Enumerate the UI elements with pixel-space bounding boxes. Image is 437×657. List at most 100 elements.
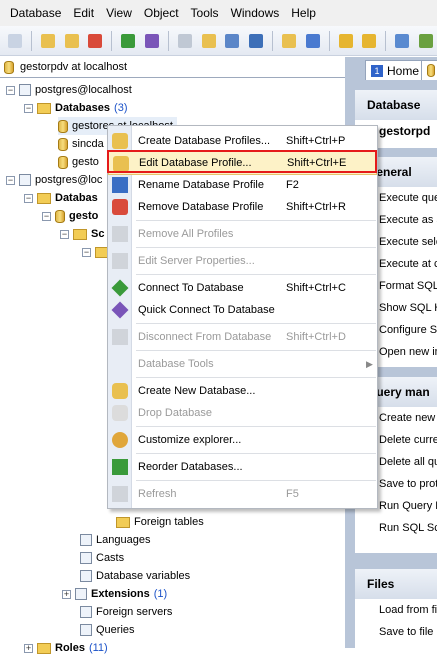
menu-windows[interactable]: Windows xyxy=(225,6,286,20)
tree-node-count: (1) xyxy=(153,588,168,600)
db-edit-icon[interactable] xyxy=(61,30,83,52)
menu-item-disconnect[interactable]: Disconnect From Database Shift+Ctrl+D xyxy=(108,325,377,349)
tree-node-label: postgres@localhost xyxy=(35,84,132,96)
database-icon xyxy=(58,119,68,133)
collapse-icon[interactable]: − xyxy=(6,175,15,185)
menu-item-rename-profile[interactable]: Rename Database Profile F2 xyxy=(108,173,377,197)
tree-node-gestorpdv[interactable]: − gesto xyxy=(42,207,98,225)
chart-icon[interactable] xyxy=(302,30,324,52)
tab-next[interactable] xyxy=(421,60,437,80)
expand-icon[interactable]: + xyxy=(24,643,33,653)
menu-item-connect[interactable]: Connect To Database Shift+Ctrl+C xyxy=(108,276,377,300)
collapse-icon[interactable]: − xyxy=(60,229,69,239)
collapse-icon[interactable]: − xyxy=(42,211,51,221)
menu-item-label: Remove Database Profile xyxy=(138,201,264,213)
toolbar-separator xyxy=(328,30,330,51)
disconnect-icon xyxy=(112,329,128,345)
collapse-icon[interactable]: − xyxy=(24,193,33,203)
database-icon xyxy=(4,60,14,74)
tree-node-server[interactable]: − postgres@localhost xyxy=(6,81,132,99)
database-icon xyxy=(58,155,68,169)
tree-node-schemas[interactable]: − Sc xyxy=(60,225,104,243)
tree-node-sincda[interactable]: sincda xyxy=(58,135,104,153)
explorer-header-title: gestorpdv at localhost xyxy=(20,61,128,73)
menu-item-reorder-databases[interactable]: Reorder Databases... xyxy=(108,455,377,479)
tree-node-databases2[interactable]: − Databas xyxy=(24,189,98,207)
tree-node-roles[interactable]: + Roles (11) xyxy=(24,639,108,657)
grid-icon[interactable] xyxy=(221,30,243,52)
files-item[interactable]: Load from fi xyxy=(355,599,437,621)
db-icon[interactable] xyxy=(198,30,220,52)
menu-edit[interactable]: Edit xyxy=(67,6,100,20)
menu-item-shortcut: Shift+Ctrl+D xyxy=(286,331,346,343)
collapse-icon[interactable]: − xyxy=(24,103,33,113)
menu-item-refresh[interactable]: Refresh F5 xyxy=(108,482,377,506)
foreign-table-icon xyxy=(116,516,130,528)
tree-node-schema-item[interactable]: − xyxy=(82,243,109,261)
db-remove-icon[interactable] xyxy=(84,30,106,52)
tree-node-count: (11) xyxy=(88,642,108,654)
tree-node-label: Queries xyxy=(96,624,135,636)
menu-database[interactable]: Database xyxy=(4,6,67,20)
menu-item-label: Rename Database Profile xyxy=(138,179,264,191)
expand-icon[interactable]: + xyxy=(62,589,71,599)
tree-node-gesto[interactable]: gesto xyxy=(58,153,99,171)
connect-icon[interactable] xyxy=(117,30,139,52)
menu-item-database-tools[interactable]: Database Tools ▶ xyxy=(108,352,377,376)
tree-node-languages[interactable]: Languages xyxy=(80,531,150,549)
menu-item-edit-server[interactable]: Edit Server Properties... xyxy=(108,249,377,273)
menu-object[interactable]: Object xyxy=(138,6,185,20)
db-add-icon[interactable] xyxy=(37,30,59,52)
menu-help[interactable]: Help xyxy=(285,6,322,20)
new-icon[interactable] xyxy=(4,30,26,52)
database-icon xyxy=(427,64,435,77)
menu-item-remove-profile[interactable]: Remove Database Profile Shift+Ctrl+R xyxy=(108,195,377,219)
sql-icon[interactable] xyxy=(335,30,357,52)
tree-node-databases[interactable]: − Databases (3) xyxy=(24,99,128,117)
menu-item-customize-explorer[interactable]: Customize explorer... xyxy=(108,428,377,452)
files-item[interactable]: Save to file xyxy=(355,621,437,643)
menu-item-label: Quick Connect To Database xyxy=(138,304,275,316)
tree-node-foreign-servers[interactable]: Foreign servers xyxy=(80,603,172,621)
menu-item-create-database[interactable]: Create New Database... xyxy=(108,379,377,403)
menu-view[interactable]: View xyxy=(100,6,138,20)
menu-tools[interactable]: Tools xyxy=(185,6,225,20)
menu-item-shortcut: F2 xyxy=(286,179,299,191)
menu-item-label: Create Database Profiles... xyxy=(138,135,271,147)
collapse-icon[interactable]: − xyxy=(6,85,15,95)
server-icon xyxy=(19,174,31,186)
options-icon[interactable] xyxy=(245,30,267,52)
menu-separator xyxy=(136,377,376,378)
quick-connect-icon[interactable] xyxy=(141,30,163,52)
menu-item-quick-connect[interactable]: Quick Connect To Database xyxy=(108,298,377,322)
import-icon[interactable] xyxy=(415,30,437,52)
tree-node-label: gesto xyxy=(69,210,99,222)
menu-item-label: Edit Server Properties... xyxy=(138,255,255,267)
menu-separator xyxy=(136,323,376,324)
database-selector-value: gestorpd xyxy=(379,124,431,138)
schema-icon xyxy=(73,228,87,240)
tree-node-server2[interactable]: − postgres@loc xyxy=(6,171,102,189)
quick-connect-icon xyxy=(111,301,129,319)
menu-item-remove-all[interactable]: Remove All Profiles xyxy=(108,222,377,246)
panel-title: Files xyxy=(355,569,437,599)
menu-item-shortcut: F5 xyxy=(286,488,299,500)
tree-node-extensions[interactable]: + Extensions (1) xyxy=(62,585,167,603)
tree-node-casts[interactable]: Casts xyxy=(80,549,124,567)
tree-node-queries[interactable]: Queries xyxy=(80,621,135,639)
query-item[interactable]: Run SQL Scr xyxy=(355,517,437,539)
export-icon[interactable] xyxy=(391,30,413,52)
tree-node-label: Foreign tables xyxy=(134,516,204,528)
collapse-icon[interactable]: − xyxy=(82,247,91,257)
menu-item-drop-database[interactable]: Drop Database xyxy=(108,401,377,425)
toolbar-separator xyxy=(30,30,32,51)
disconnect-icon[interactable] xyxy=(174,30,196,52)
sql2-icon[interactable] xyxy=(358,30,380,52)
db2-icon[interactable] xyxy=(278,30,300,52)
panel-title: Database xyxy=(355,90,437,120)
tree-node-label: Databas xyxy=(55,192,98,204)
tree-node-database-variables[interactable]: Database variables xyxy=(80,567,190,585)
tree-node-foreign-tables[interactable]: Foreign tables xyxy=(116,513,204,531)
tree-node-label: Roles xyxy=(55,642,85,654)
tab-home[interactable]: 1 Home xyxy=(365,60,426,80)
